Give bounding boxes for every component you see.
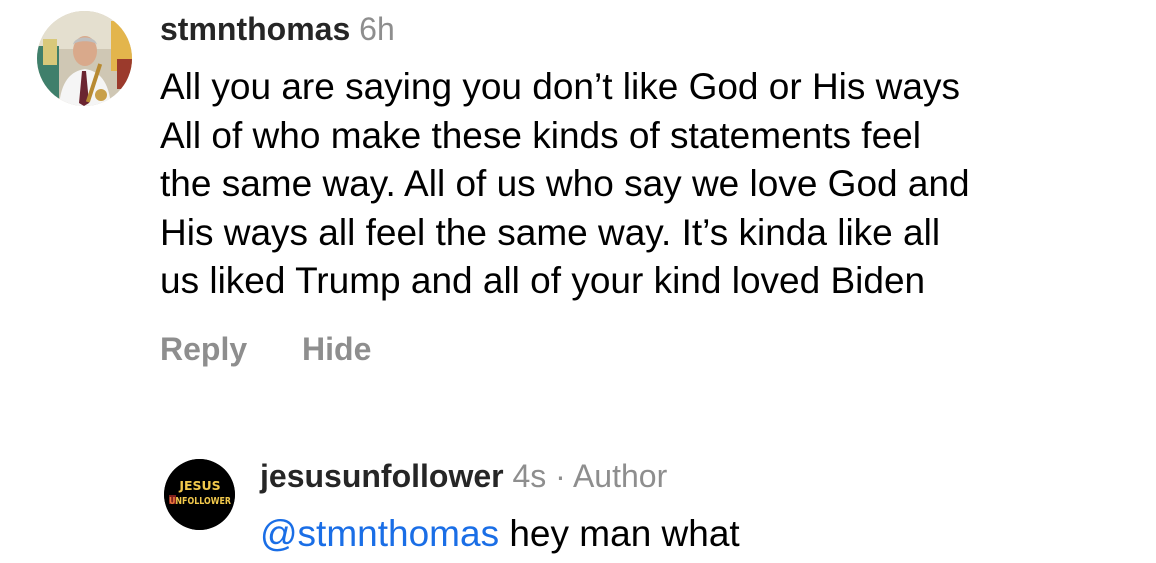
avatar-stmnthomas[interactable]: [37, 11, 132, 106]
username-link[interactable]: stmnthomas: [160, 11, 350, 47]
svg-text:UNFOLLOWER: UNFOLLOWER: [169, 496, 231, 507]
avatar-photo: [37, 11, 132, 106]
reply-button[interactable]: Reply: [160, 331, 247, 367]
separator-dot: ·: [555, 458, 566, 494]
comment-actions: Reply Hide: [160, 328, 371, 370]
comment-header: stmnthomas 6h: [160, 8, 395, 50]
reply-header: jesusunfollower 4s · Author: [260, 455, 667, 497]
comment-line: All you are saying you don’t like God or…: [160, 66, 960, 107]
comment-line: All of who make these kinds of statement…: [160, 114, 921, 156]
avatar-jesusunfollower[interactable]: JESUS UNFOLLOWER: [164, 459, 235, 530]
author-badge: Author: [572, 458, 668, 494]
reply-timestamp: 4s: [512, 458, 547, 494]
jesus-unfollower-logo: JESUS UNFOLLOWER: [164, 459, 235, 530]
comment-line: the same way. All of us who say we love …: [160, 163, 970, 204]
svg-text:JESUS: JESUS: [178, 478, 220, 493]
username-link[interactable]: jesusunfollower: [260, 458, 504, 494]
comment-line: us liked Trump and all of your kind love…: [160, 260, 926, 301]
hide-button[interactable]: Hide: [302, 331, 371, 367]
reply-message: hey man what: [509, 513, 740, 554]
comment-line: His ways all feel the same way. It’s kin…: [160, 211, 941, 253]
comment-text: All you are saying you don’t like God or…: [160, 63, 1150, 306]
mention-link[interactable]: @stmnthomas: [260, 513, 499, 554]
comment-timestamp: 6h: [359, 11, 395, 47]
reply-text: @stmnthomas hey man what: [260, 510, 740, 558]
